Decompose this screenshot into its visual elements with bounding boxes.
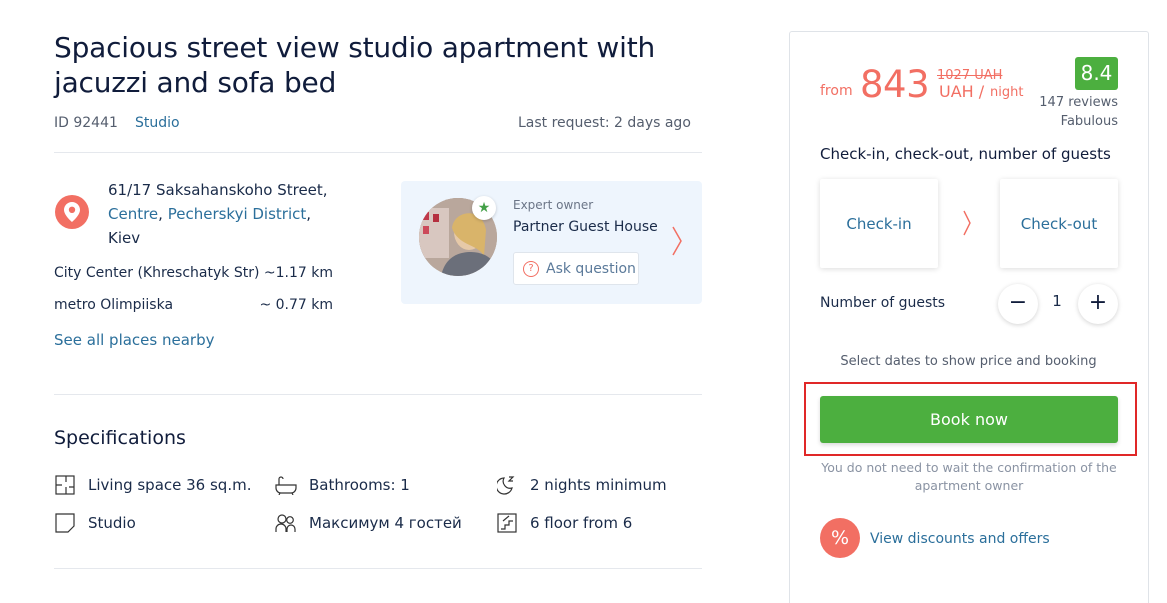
question-icon: ? [523,260,539,277]
select-dates-hint: Select dates to show price and booking [840,354,1097,369]
spec-item: Bathrooms: 1 [275,474,410,496]
guests-minus-button[interactable]: − [998,284,1038,324]
address-street: 61/17 Saksahanskoho Street, [108,181,328,199]
moon-icon [496,474,518,496]
check-heading: Check-in, check-out, number of guests [820,145,1111,163]
divider [54,152,702,153]
spec-item: 2 nights minimum [496,474,667,496]
place-distance: ~1.17 km [263,265,333,281]
owner-label: Expert owner [513,198,594,212]
spec-item: Максимум 4 гостей [275,512,462,534]
spec-text: Studio [88,514,136,532]
address-comma: , [158,205,163,223]
bathtub-icon [275,474,297,496]
room-icon [54,512,76,534]
chevron-right-icon [962,210,972,240]
listing-id: ID 92441 [54,115,118,131]
spec-item: 6 floor from 6 [496,512,632,534]
address-block: 61/17 Saksahanskoho Street, Centre, Pech… [108,178,348,250]
no-wait-note: You do not need to wait the confirmation… [821,460,1117,493]
spec-text: Bathrooms: 1 [309,476,410,494]
divider [54,568,702,569]
chevron-right-icon[interactable] [671,226,683,260]
check-out-field[interactable]: Check-out [1000,179,1118,268]
listing-title: Spacious street view studio apartment wi… [54,31,656,99]
spec-text: 2 nights minimum [530,476,667,494]
price-currency: UAH / [939,82,985,101]
place-name: City Center (Khreschatyk Str) [54,265,260,281]
spec-text: Living space 36 sq.m. [88,476,252,494]
check-in-field[interactable]: Check-in [820,179,938,268]
listing-type-link[interactable]: Studio [135,115,180,131]
guests-icon [275,512,297,534]
guests-label: Number of guests [820,295,946,311]
price-value: 843 [860,63,930,106]
owner-name: Partner Guest House [513,219,658,235]
discounts-link[interactable]: View discounts and offers [870,531,1050,547]
reviews-link[interactable]: 147 reviews [1000,95,1118,110]
place-distance: ~ 0.77 km [259,297,333,313]
spec-item: Living space 36 sq.m. [54,474,251,496]
old-price: 1027 UAH [937,68,1003,83]
book-now-button[interactable]: Book now [820,396,1118,443]
location-pin-icon [55,195,89,229]
price-from-label: from [820,83,853,99]
see-all-places-link[interactable]: See all places nearby [54,331,214,349]
ask-question-button[interactable]: ? Ask question [513,252,639,285]
specifications-title: Specifications [54,427,186,449]
place-metro-link[interactable]: metro Olimpiiska [54,297,173,313]
spec-text: 6 floor from 6 [530,514,633,532]
guests-plus-button[interactable]: + [1078,284,1118,324]
guests-count: 1 [1052,292,1062,310]
district-pechersk-link[interactable]: Pecherskyi District [168,205,307,223]
floorplan-icon [54,474,76,496]
spec-item: Studio [54,512,136,534]
expert-star-icon: ★ [472,196,496,220]
district-centre-link[interactable]: Centre [108,205,158,223]
address-city: Kiev [108,229,141,247]
percent-icon: % [820,518,860,558]
last-request-text: Last request: 2 days ago [518,115,691,131]
spec-text: Максимум 4 гостей [309,514,462,532]
rating-word: Fabulous [1060,114,1118,129]
rating-score-badge: 8.4 [1075,57,1118,90]
divider [54,394,702,395]
ask-question-label: Ask question [546,260,636,277]
stairs-icon [496,512,518,534]
address-comma: , [306,205,312,223]
